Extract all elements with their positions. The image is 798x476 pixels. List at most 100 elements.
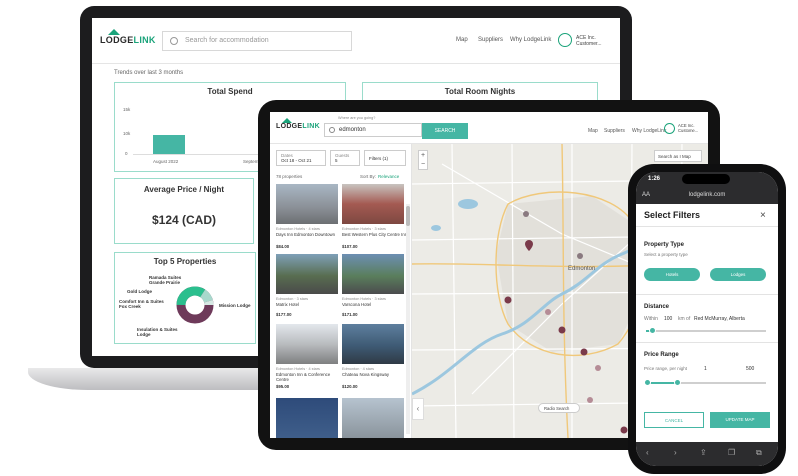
property-name[interactable]: Edmonton Inn & Conference Centre — [276, 372, 342, 382]
divider — [636, 294, 778, 295]
property-photo[interactable] — [276, 254, 338, 294]
property-photo[interactable] — [342, 184, 404, 224]
distance-label: Distance — [644, 304, 670, 310]
price-range-label: Price Range — [644, 352, 679, 358]
property-photo[interactable] — [342, 324, 404, 364]
search-button[interactable]: SEARCH — [422, 123, 468, 139]
spend-bar-august — [153, 135, 185, 154]
donut-label: Gold Lodge — [127, 289, 152, 294]
browser-url-bar[interactable]: AA lodgelink.com — [636, 188, 778, 204]
distance-location-input[interactable]: Red McMurray, Alberta — [694, 316, 745, 322]
price-max-input[interactable]: 500 — [746, 366, 754, 372]
search-icon — [329, 127, 335, 133]
tabs-icon[interactable]: ⧉ — [756, 448, 762, 458]
price-range-sub: Price range, per night — [644, 366, 688, 371]
cancel-button[interactable]: CANCEL — [644, 412, 704, 428]
property-photo[interactable] — [276, 324, 338, 364]
back-icon[interactable]: ‹ — [646, 448, 649, 457]
room-nights-title: Total Room Nights — [444, 87, 516, 96]
property-price: $177.00 — [276, 312, 292, 317]
lodgelink-logo[interactable]: LODGELINK — [276, 118, 320, 130]
zoom-in-button[interactable]: + — [419, 151, 427, 160]
property-name[interactable]: Matrix Hotel — [276, 302, 342, 307]
donut-label: Insulation & Suites Lodge — [137, 327, 178, 337]
results-panel: Dates Oct 18 - Oct 21 Guests 5 Filters (… — [270, 144, 412, 438]
price-min-handle[interactable] — [644, 379, 651, 386]
account-menu[interactable]: ACE Inc. Customer... — [576, 35, 602, 47]
nav-why-lodgelink[interactable]: Why LodgeLink — [632, 128, 666, 134]
bookmarks-icon[interactable]: ❐ — [728, 448, 735, 457]
property-price: $120.00 — [342, 384, 358, 389]
map-pin[interactable] — [558, 326, 566, 334]
nav-map[interactable]: Map — [588, 128, 598, 134]
share-icon[interactable]: ⇪ — [700, 448, 707, 457]
account-avatar[interactable] — [664, 123, 675, 134]
search-as-map-toggle[interactable]: Search as I Map — [654, 150, 702, 162]
dates-filter[interactable]: Dates Oct 18 - Oct 21 — [276, 150, 326, 166]
lake — [458, 199, 478, 209]
map-pin[interactable] — [580, 348, 588, 356]
distance-slider[interactable] — [646, 330, 766, 332]
tablet-header: LODGELINK Where are you going? edmonton … — [270, 112, 708, 144]
radio-search-button[interactable]: Radio Search — [538, 403, 580, 413]
property-name[interactable]: Chateau Nova Kingsway — [342, 372, 408, 377]
collapse-list-button[interactable]: ‹ — [412, 398, 424, 420]
account-avatar[interactable] — [558, 33, 572, 47]
lodgelink-logo[interactable]: LODGELINK — [100, 29, 156, 45]
price-slider-fill — [648, 382, 676, 384]
y-tick: 0 — [125, 151, 128, 156]
property-photo[interactable] — [276, 184, 338, 224]
results-scroll-thumb[interactable] — [406, 206, 410, 226]
nav-suppliers[interactable]: Suppliers — [478, 37, 503, 43]
nav-why-lodgelink[interactable]: Why LodgeLink — [510, 37, 551, 43]
distance-value-input[interactable]: 100 — [664, 316, 672, 322]
location-search-input[interactable]: edmonton — [324, 123, 422, 137]
nav-suppliers[interactable]: Suppliers — [604, 128, 625, 134]
property-name[interactable]: Varscona Hotel — [342, 302, 408, 307]
price-min-input[interactable]: 1 — [704, 366, 707, 372]
property-photo[interactable] — [342, 254, 404, 294]
property-type-sub: Select a property type — [644, 252, 688, 257]
donut-label: Mission Lodge — [219, 303, 251, 308]
filters-button[interactable]: Filters (1) — [364, 150, 406, 166]
map-pin[interactable] — [504, 296, 512, 304]
close-icon[interactable]: × — [760, 210, 766, 221]
donut-label: Ramada Suites Grande Prairie — [149, 275, 182, 285]
property-name[interactable]: Best Western Plus City Centre Inn — [342, 232, 408, 237]
property-name[interactable]: Days Inn Edmonton Downtown — [276, 232, 342, 237]
guests-filter[interactable]: Guests 5 — [330, 150, 360, 166]
map-pin[interactable] — [577, 253, 583, 259]
nav-map[interactable]: Map — [456, 37, 468, 43]
property-photo[interactable] — [342, 398, 404, 438]
search-input[interactable]: Search for accommodation — [162, 31, 352, 51]
avg-price-card: Average Price / Night $124 (CAD) — [114, 178, 254, 244]
update-map-button[interactable]: UPDATE MAP — [710, 412, 770, 428]
browser-toolbar: ‹ › ⇪ ❐ ⧉ — [636, 442, 778, 466]
search-icon — [170, 37, 178, 45]
map-pin-cluster[interactable] — [587, 397, 593, 403]
map-pin-cluster[interactable] — [545, 309, 551, 315]
distance-slider-handle[interactable] — [649, 327, 656, 334]
account-menu[interactable]: ACE Inc. Custome... — [678, 123, 698, 133]
forward-icon[interactable]: › — [674, 448, 677, 457]
avg-price-title: Average Price / Night — [143, 185, 225, 194]
property-photo[interactable] — [276, 398, 338, 438]
zoom-out-button[interactable]: − — [419, 160, 427, 169]
search-placeholder: Search for accommodation — [185, 37, 269, 44]
y-tick: 10k — [123, 131, 131, 136]
results-scrollbar[interactable] — [406, 204, 410, 434]
property-type-lodges[interactable]: Lodges — [710, 268, 766, 281]
map-pin-cluster[interactable] — [595, 365, 601, 371]
status-time: 1:26 — [648, 176, 661, 182]
map-pin[interactable] — [620, 426, 628, 434]
property-meta: Edmonton Hotels · 3 stars — [342, 227, 386, 231]
browser-url[interactable]: lodgelink.com — [636, 192, 778, 198]
property-type-hotels[interactable]: Hotels — [644, 268, 700, 281]
price-max-handle[interactable] — [674, 379, 681, 386]
sort-dropdown[interactable]: Relevance — [378, 174, 399, 179]
map-pin[interactable] — [523, 211, 529, 217]
divider — [636, 342, 778, 343]
sort-label: Sort By: — [360, 174, 377, 179]
map-zoom-control[interactable]: + − — [418, 150, 428, 170]
divider — [636, 226, 778, 227]
